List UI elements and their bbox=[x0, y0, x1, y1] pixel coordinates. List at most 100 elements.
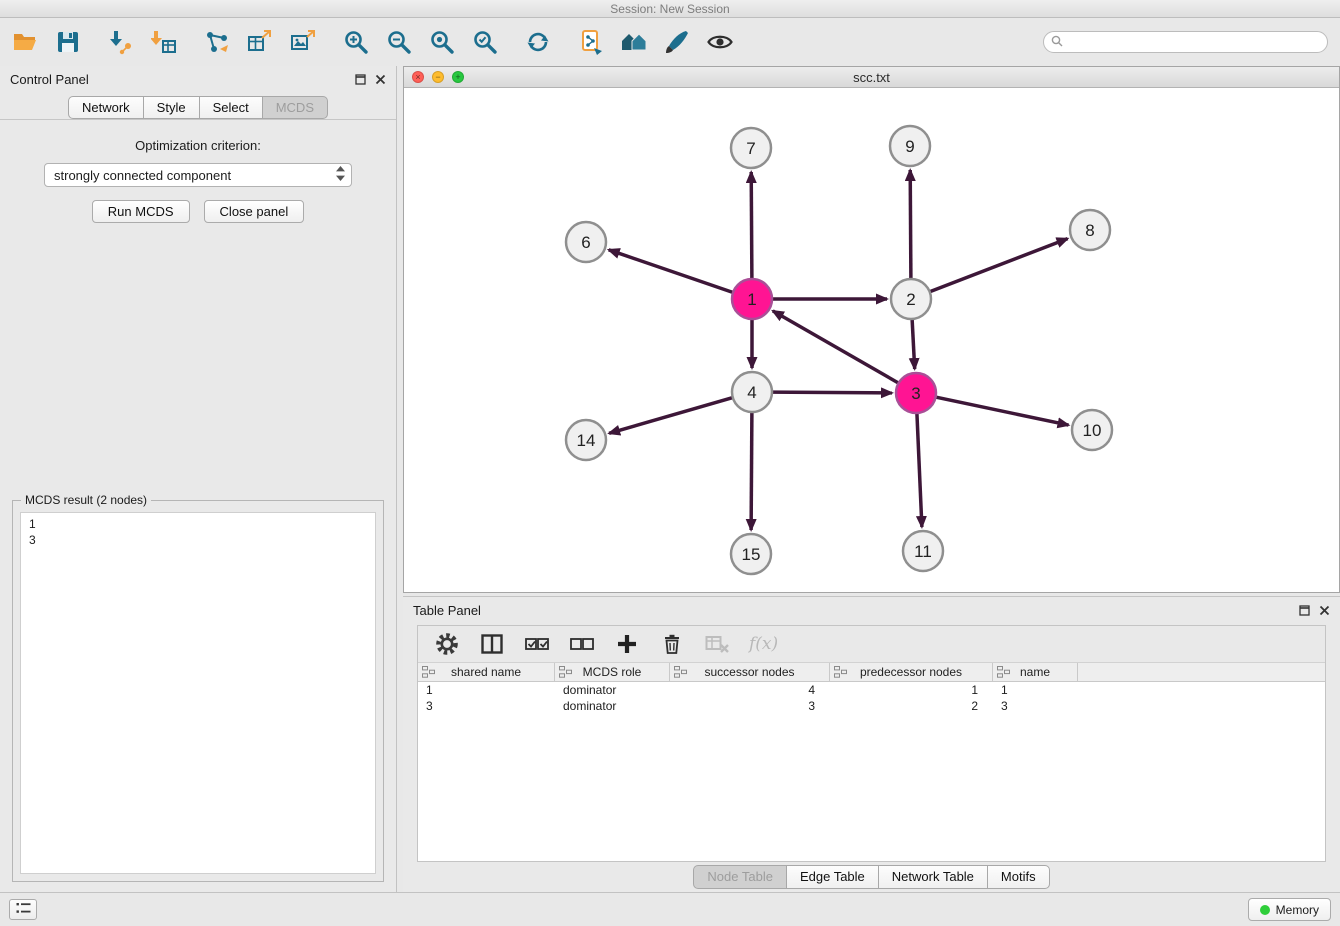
column-header-name[interactable]: name bbox=[993, 663, 1078, 681]
float-panel-icon[interactable] bbox=[355, 74, 366, 85]
network-canvas[interactable]: 7 9 6 8 1 2 4 3 14 10 15 11 bbox=[404, 88, 1339, 592]
toolbar-group bbox=[578, 29, 733, 55]
tab-motifs[interactable]: Motifs bbox=[987, 865, 1050, 889]
mcds-result-list[interactable]: 13 bbox=[20, 512, 376, 874]
window-title: Session: New Session bbox=[610, 2, 729, 16]
home-view-icon[interactable] bbox=[621, 29, 647, 55]
column-header-shared-name[interactable]: shared name bbox=[418, 663, 555, 681]
edge-4-3[interactable] bbox=[772, 392, 892, 393]
apply-style-icon[interactable] bbox=[664, 29, 690, 55]
edge-2-9[interactable] bbox=[910, 170, 911, 279]
node-2[interactable]: 2 bbox=[891, 279, 931, 319]
column-settings-icon[interactable] bbox=[434, 631, 460, 657]
refresh-view-icon[interactable] bbox=[525, 29, 551, 55]
edge-3-10[interactable] bbox=[936, 397, 1069, 425]
new-network-icon[interactable] bbox=[204, 29, 230, 55]
node-7[interactable]: 7 bbox=[731, 128, 771, 168]
table-header-row: shared nameMCDS role successor nodes prede… bbox=[418, 663, 1325, 682]
node-10[interactable]: 10 bbox=[1072, 410, 1112, 450]
open-session-icon[interactable] bbox=[12, 29, 38, 55]
column-header-successor-nodes[interactable]: successor nodes bbox=[670, 663, 830, 681]
split-panel-icon[interactable] bbox=[479, 631, 505, 657]
tab-style[interactable]: Style bbox=[143, 96, 200, 119]
tab-node-table[interactable]: Node Table bbox=[693, 865, 787, 889]
add-row-icon[interactable] bbox=[614, 631, 640, 657]
edge-1-6[interactable] bbox=[609, 250, 733, 293]
tab-network-table[interactable]: Network Table bbox=[878, 865, 988, 889]
right-column: × − + scc.txt 7968124314101511 Table Pan… bbox=[403, 66, 1340, 892]
column-header-MCDS-role[interactable]: MCDS role bbox=[555, 663, 670, 681]
import-table-icon[interactable] bbox=[151, 29, 177, 55]
export-table-icon[interactable] bbox=[247, 29, 273, 55]
export-image-icon[interactable] bbox=[290, 29, 316, 55]
node-1[interactable]: 1 bbox=[732, 279, 772, 319]
node-15[interactable]: 15 bbox=[731, 534, 771, 574]
select-all-rows-icon[interactable] bbox=[524, 631, 550, 657]
close-panel-icon[interactable] bbox=[375, 74, 386, 85]
node-4[interactable]: 4 bbox=[732, 372, 772, 412]
search-box[interactable] bbox=[1043, 31, 1328, 53]
close-table-panel-icon[interactable] bbox=[1319, 605, 1330, 616]
tab-mcds[interactable]: MCDS bbox=[262, 96, 328, 119]
edge-2-8[interactable] bbox=[930, 239, 1068, 292]
table-cell: dominator bbox=[555, 682, 670, 698]
float-table-panel-icon[interactable] bbox=[1299, 605, 1310, 616]
zoom-fit-icon[interactable] bbox=[429, 29, 455, 55]
network-window-title: scc.txt bbox=[404, 70, 1339, 85]
tab-select[interactable]: Select bbox=[199, 96, 263, 119]
edge-4-15[interactable] bbox=[751, 412, 752, 530]
edge-1-7[interactable] bbox=[751, 172, 752, 279]
node-6[interactable]: 6 bbox=[566, 222, 606, 262]
node-8[interactable]: 8 bbox=[1070, 210, 1110, 250]
task-history-button[interactable] bbox=[9, 899, 37, 920]
table-cell: dominator bbox=[555, 698, 670, 714]
criterion-dropdown[interactable]: strongly connected component bbox=[44, 163, 352, 187]
search-input[interactable] bbox=[1068, 35, 1320, 49]
function-builder-label: f(x) bbox=[749, 634, 778, 654]
close-panel-button[interactable]: Close panel bbox=[204, 200, 305, 223]
import-network-icon[interactable] bbox=[108, 29, 134, 55]
show-graphics-details-icon[interactable] bbox=[707, 29, 733, 55]
minimize-window-icon[interactable]: − bbox=[432, 71, 444, 83]
tab-network[interactable]: Network bbox=[68, 96, 144, 119]
table-row[interactable]: 3dominator323 bbox=[418, 698, 1325, 714]
zoom-selected-icon[interactable] bbox=[472, 29, 498, 55]
node-table-view: f(x) shared nameMCDS role successor nodes… bbox=[417, 625, 1326, 862]
column-header-predecessor-nodes[interactable]: predecessor nodes bbox=[830, 663, 993, 681]
column-type-icon bbox=[674, 666, 687, 681]
unselect-all-rows-icon[interactable] bbox=[569, 631, 595, 657]
table-row[interactable]: 1dominator411 bbox=[418, 682, 1325, 698]
clone-network-icon[interactable] bbox=[578, 29, 604, 55]
edge-2-3[interactable] bbox=[912, 319, 915, 369]
close-window-icon[interactable]: × bbox=[412, 71, 424, 83]
tab-edge-table[interactable]: Edge Table bbox=[786, 865, 879, 889]
edge-3-1[interactable] bbox=[773, 311, 899, 383]
zoom-out-icon[interactable] bbox=[386, 29, 412, 55]
node-11[interactable]: 11 bbox=[903, 531, 943, 571]
column-type-icon bbox=[559, 666, 572, 681]
node-14[interactable]: 14 bbox=[566, 420, 606, 460]
toolbar-group bbox=[108, 29, 177, 55]
column-header-label: successor nodes bbox=[704, 665, 794, 679]
node-9[interactable]: 9 bbox=[890, 126, 930, 166]
save-session-icon[interactable] bbox=[55, 29, 81, 55]
mcds-panel-content: Optimization criterion: strongly connect… bbox=[0, 120, 396, 892]
node-label: 1 bbox=[747, 290, 756, 309]
control-panel: Control Panel NetworkStyleSelectMCDS Opt… bbox=[0, 66, 397, 892]
maximize-window-icon[interactable]: + bbox=[452, 71, 464, 83]
node-3[interactable]: 3 bbox=[896, 373, 936, 413]
table-panel-tabbar: Node TableEdge TableNetwork TableMotifs bbox=[403, 862, 1340, 892]
delete-row-icon[interactable] bbox=[659, 631, 685, 657]
node-label: 9 bbox=[905, 137, 914, 156]
column-header-label: predecessor nodes bbox=[860, 665, 962, 679]
edge-4-14[interactable] bbox=[609, 398, 733, 434]
node-label: 11 bbox=[914, 542, 932, 561]
toolbar-group bbox=[12, 29, 81, 55]
run-mcds-button[interactable]: Run MCDS bbox=[92, 200, 190, 223]
edge-3-11[interactable] bbox=[917, 413, 922, 527]
mcds-result-item: 3 bbox=[29, 532, 367, 548]
zoom-in-icon[interactable] bbox=[343, 29, 369, 55]
mcds-result-fieldset: MCDS result (2 nodes) 13 bbox=[12, 500, 384, 882]
toolbar-group bbox=[204, 29, 316, 55]
memory-button[interactable]: Memory bbox=[1248, 898, 1331, 921]
